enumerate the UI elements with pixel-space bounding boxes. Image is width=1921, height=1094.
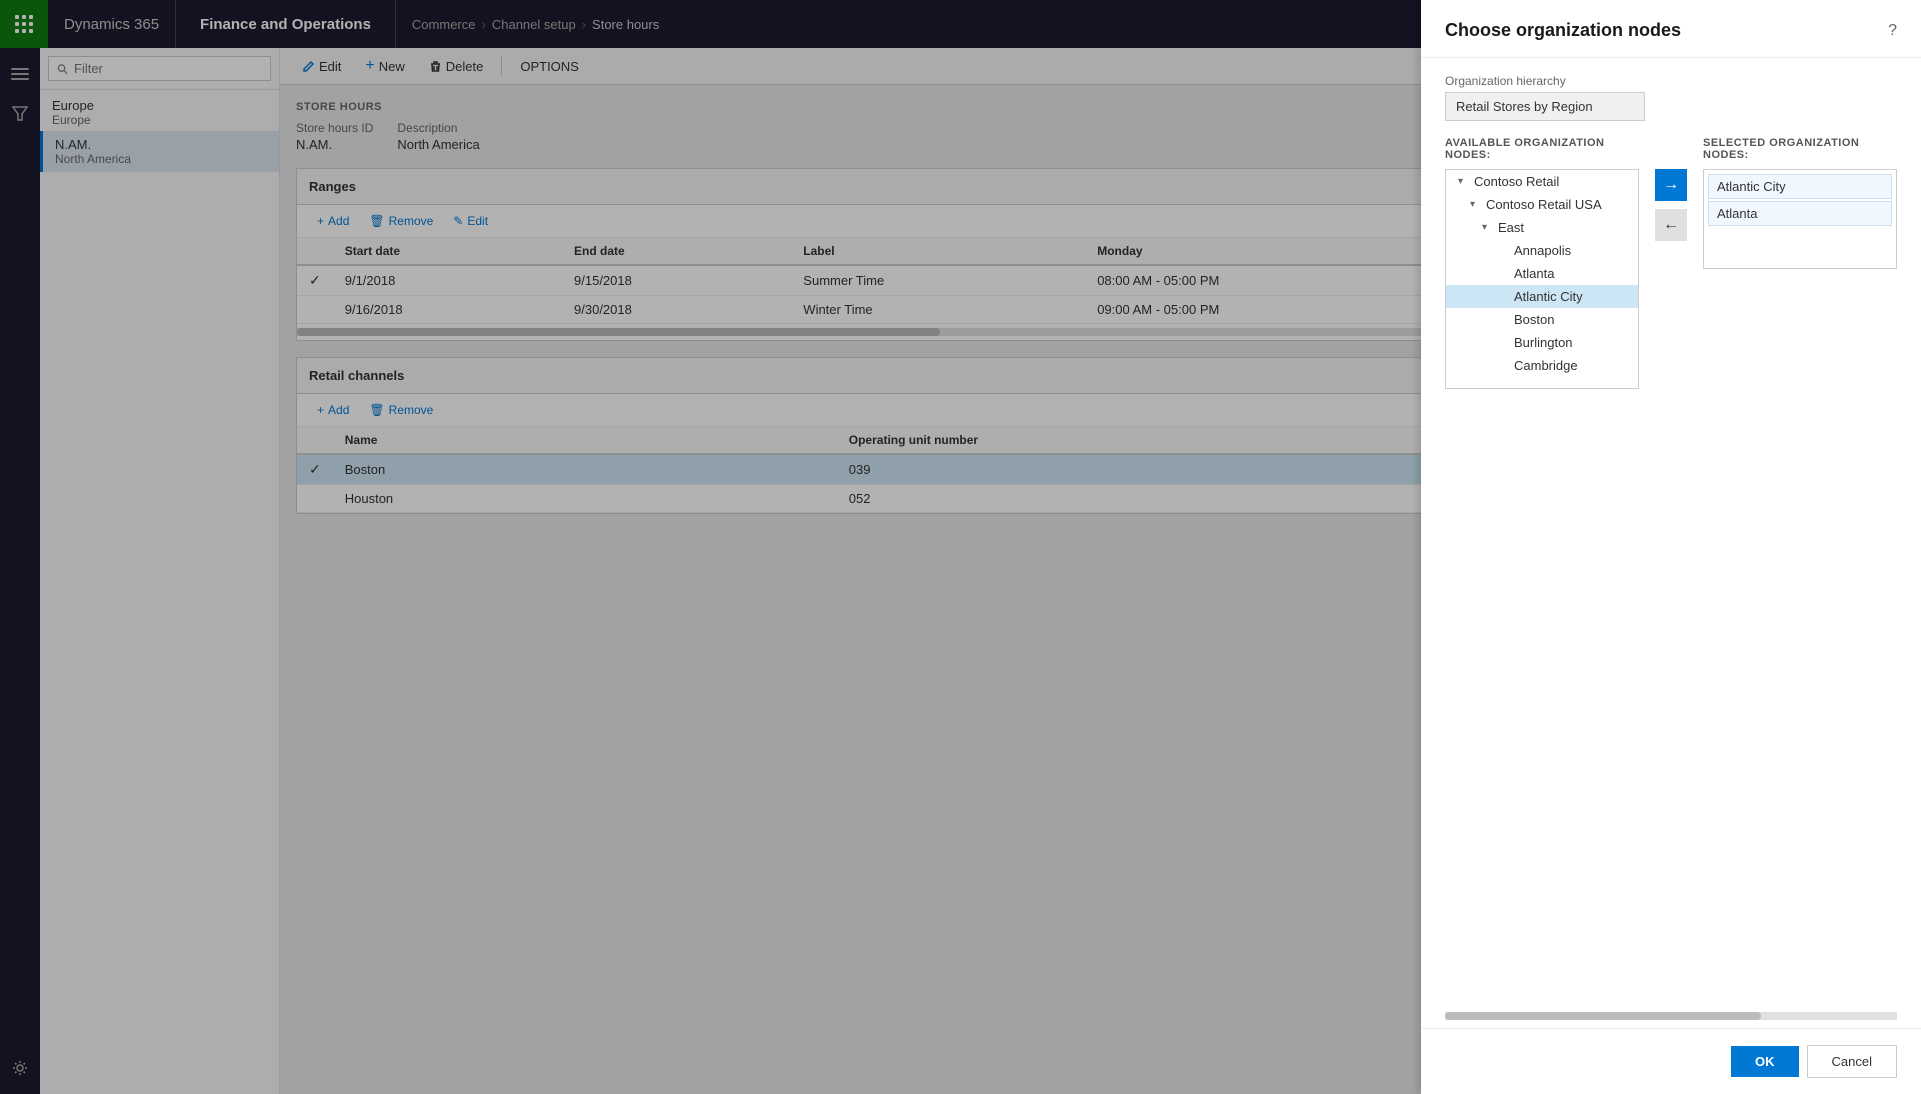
transfer-back-button[interactable]: ← [1655, 209, 1687, 241]
dialog-title: Choose organization nodes [1445, 20, 1681, 41]
dialog-body: Organization hierarchy Retail Stores by … [1421, 58, 1921, 1008]
org-hierarchy-value: Retail Stores by Region [1445, 92, 1645, 121]
dialog-footer: OK Cancel [1421, 1028, 1921, 1094]
tree-node-burlington[interactable]: Burlington [1446, 331, 1638, 354]
transfer-forward-button[interactable]: → [1655, 169, 1687, 201]
tree-node-east[interactable]: ▾ East [1446, 216, 1638, 239]
cancel-button[interactable]: Cancel [1807, 1045, 1897, 1078]
selected-node-item[interactable]: Atlantic City [1708, 174, 1892, 199]
available-nodes-col: AVAILABLE ORGANIZATION NODES: ▾ Contoso … [1445, 137, 1639, 389]
tree-node-boston[interactable]: Boston [1446, 308, 1638, 331]
available-nodes-title: AVAILABLE ORGANIZATION NODES: [1445, 137, 1639, 161]
tree-node-annapolis[interactable]: Annapolis [1446, 239, 1638, 262]
dialog-panel: Choose organization nodes ? Organization… [1421, 0, 1921, 1094]
dialog-close-button[interactable]: ? [1888, 22, 1897, 40]
ok-button[interactable]: OK [1731, 1046, 1799, 1077]
selected-nodes-title: SELECTED ORGANIZATION NODES: [1703, 137, 1897, 161]
tree-node-contoso-retail[interactable]: ▾ Contoso Retail [1446, 170, 1638, 193]
tree-node-contoso-retail-usa[interactable]: ▾ Contoso Retail USA [1446, 193, 1638, 216]
selected-nodes-col: SELECTED ORGANIZATION NODES: Atlantic Ci… [1703, 137, 1897, 269]
org-hierarchy-label: Organization hierarchy [1445, 74, 1897, 88]
org-columns: AVAILABLE ORGANIZATION NODES: ▾ Contoso … [1445, 137, 1897, 389]
selected-node-item[interactable]: Atlanta [1708, 201, 1892, 226]
org-tree[interactable]: ▾ Contoso Retail ▾ Contoso Retail USA ▾ … [1445, 169, 1639, 389]
selected-nodes-list[interactable]: Atlantic City Atlanta [1703, 169, 1897, 269]
dialog-overlay: Choose organization nodes ? Organization… [0, 0, 1921, 1094]
dialog-header: Choose organization nodes ? [1421, 0, 1921, 58]
transfer-buttons: → ← [1655, 137, 1687, 241]
tree-node-atlantic-city[interactable]: Atlantic City [1446, 285, 1638, 308]
dialog-scrollbar[interactable] [1445, 1012, 1897, 1020]
tree-node-cambridge[interactable]: Cambridge [1446, 354, 1638, 377]
tree-node-atlanta[interactable]: Atlanta [1446, 262, 1638, 285]
